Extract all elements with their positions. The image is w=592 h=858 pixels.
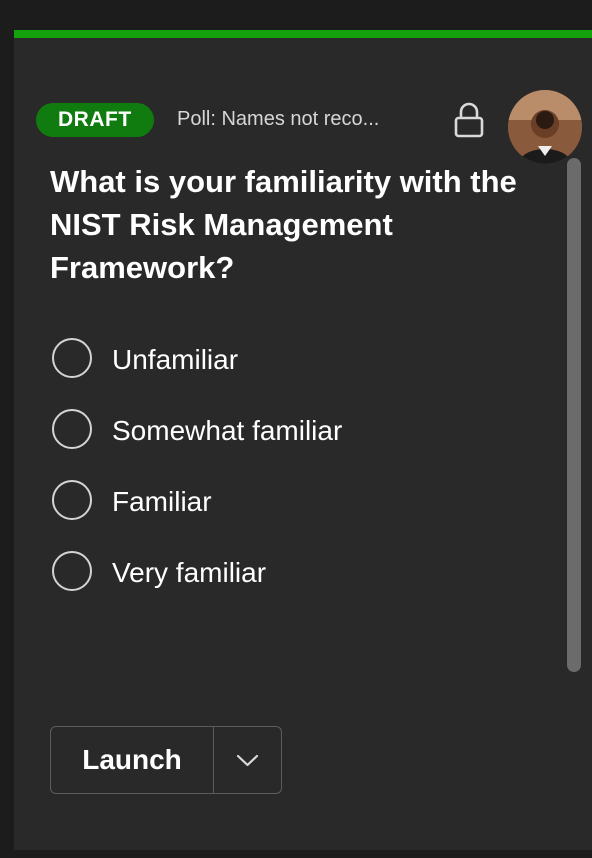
option-very-familiar[interactable]: Very familiar bbox=[52, 551, 532, 622]
radio-button[interactable] bbox=[52, 338, 92, 378]
lock-icon bbox=[452, 101, 486, 141]
option-label: Unfamiliar bbox=[112, 344, 239, 375]
launch-button-group: Launch bbox=[50, 726, 282, 794]
option-unfamiliar[interactable]: Unfamiliar bbox=[52, 338, 532, 409]
poll-question: What is your familiarity with the NIST R… bbox=[50, 164, 517, 285]
option-label: Familiar bbox=[112, 486, 212, 517]
poll-header: DRAFT Poll: Names not reco... bbox=[36, 74, 582, 164]
launch-button[interactable]: Launch bbox=[51, 727, 213, 793]
option-label: Very familiar bbox=[112, 557, 267, 588]
radio-button[interactable] bbox=[52, 480, 92, 520]
option-somewhat-familiar[interactable]: Somewhat familiar bbox=[52, 409, 532, 480]
chevron-down-icon bbox=[236, 754, 259, 767]
radio-button[interactable] bbox=[52, 409, 92, 449]
user-avatar[interactable] bbox=[508, 90, 582, 164]
radio-button[interactable] bbox=[52, 551, 92, 591]
poll-card: DRAFT Poll: Names not reco... What is yo… bbox=[14, 30, 592, 850]
option-familiar[interactable]: Familiar bbox=[52, 480, 532, 551]
poll-title: Poll: Names not reco... bbox=[177, 108, 380, 130]
draft-badge: DRAFT bbox=[36, 103, 154, 137]
option-label: Somewhat familiar bbox=[112, 415, 343, 446]
scrollbar[interactable] bbox=[567, 158, 581, 672]
poll-options: Unfamiliar Somewhat familiar Familiar Ve… bbox=[52, 338, 532, 622]
accent-bar bbox=[14, 30, 592, 38]
launch-options-button[interactable] bbox=[214, 727, 281, 793]
